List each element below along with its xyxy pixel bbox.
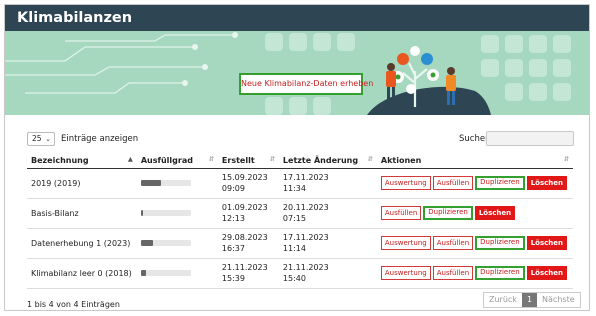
delete-button[interactable]: Löschen <box>474 206 516 220</box>
delete-button[interactable]: Löschen <box>526 236 567 250</box>
search-input[interactable] <box>486 131 574 146</box>
page-length-value: 25 <box>32 134 42 143</box>
row-name: Klimabilanz leer 0 (2018) <box>27 258 137 289</box>
row-progress <box>136 258 218 289</box>
climate-balance-table: Bezeichnung ▲ Ausfüllgrad ⇵ Erstellt ⇵ Letz… <box>27 153 573 289</box>
page-length-label: Einträge anzeigen <box>61 134 139 144</box>
table-header-row: Bezeichnung ▲ Ausfüllgrad ⇵ Erstellt ⇵ Letz… <box>27 153 573 169</box>
row-name: Datenerhebung 1 (2023) <box>27 228 137 259</box>
table-controls: 25 ⌄ Einträge anzeigen Suchen <box>27 131 574 147</box>
page-title: Klimabilanzen <box>17 10 133 26</box>
app-frame: Klimabilanzen Neue Klimabilanz-Daten erh… <box>4 4 590 311</box>
next-page-button[interactable]: Nächste <box>537 293 580 307</box>
table-info: 1 bis 4 von 4 Einträgen <box>27 300 120 309</box>
row-changed: 17.11.2023 11:34 <box>278 168 377 199</box>
progress-bar <box>140 270 191 276</box>
table-row: 2019 (2019) 15.09.2023 09:09 17.11.2023 11… <box>27 168 573 199</box>
row-created: 01.09.2023 12:13 <box>217 198 279 229</box>
row-created: 29.08.2023 16:37 <box>217 228 279 259</box>
delete-button[interactable]: Löschen <box>526 266 567 280</box>
duplicate-button[interactable]: Duplizieren <box>423 206 473 220</box>
pagination: Zurück 1 Nächste <box>483 292 581 308</box>
row-actions: Auswertung Ausfüllen Duplizieren Löschen <box>376 258 573 289</box>
evaluate-button[interactable]: Auswertung <box>380 236 431 250</box>
row-actions: Ausfüllen Duplizieren Löschen <box>376 198 573 229</box>
progress-bar <box>140 180 191 186</box>
table-row: Klimabilanz leer 0 (2018) 21.11.2023 15:3… <box>27 258 573 289</box>
duplicate-button[interactable]: Duplizieren <box>475 236 525 250</box>
sort-icon: ⇵ <box>367 155 373 163</box>
row-progress <box>136 198 218 229</box>
fill-button[interactable]: Ausfüllen <box>432 266 474 280</box>
fill-button[interactable]: Ausfüllen <box>432 236 474 250</box>
evaluate-button[interactable]: Auswertung <box>380 176 431 190</box>
sort-icon: ⇵ <box>208 155 214 163</box>
progress-bar <box>140 210 191 216</box>
delete-button[interactable]: Löschen <box>526 176 567 190</box>
progress-fill <box>140 210 144 216</box>
column-header-actions[interactable]: Aktionen ⇵ <box>376 153 573 169</box>
row-progress <box>136 228 218 259</box>
row-created: 15.09.2023 09:09 <box>217 168 279 199</box>
progress-fill <box>140 180 161 186</box>
fill-button[interactable]: Ausfüllen <box>380 206 422 220</box>
sort-icon: ⇵ <box>563 155 569 163</box>
row-changed: 20.11.2023 07:15 <box>278 198 377 229</box>
column-header-changed[interactable]: Letzte Änderung ⇵ <box>278 153 377 169</box>
progress-bar <box>140 240 191 246</box>
hero-banner: Neue Klimabilanz-Daten erheben <box>5 31 589 115</box>
progress-fill <box>140 240 154 246</box>
column-header-created[interactable]: Erstellt ⇵ <box>217 153 279 169</box>
row-actions: Auswertung Ausfüllen Duplizieren Löschen <box>376 168 573 199</box>
row-progress <box>136 168 218 199</box>
fill-button[interactable]: Ausfüllen <box>432 176 474 190</box>
page-length-select[interactable]: 25 ⌄ <box>27 132 55 146</box>
sort-icon: ⇵ <box>269 155 275 163</box>
header-bar: Klimabilanzen <box>5 5 589 31</box>
progress-fill <box>140 270 146 276</box>
column-header-progress[interactable]: Ausfüllgrad ⇵ <box>136 153 218 169</box>
row-name: Basis-Bilanz <box>27 198 137 229</box>
evaluate-button[interactable]: Auswertung <box>380 266 431 280</box>
sort-asc-icon: ▲ <box>127 155 133 163</box>
page-button-current[interactable]: 1 <box>521 293 538 307</box>
column-header-name[interactable]: Bezeichnung ▲ <box>27 153 137 169</box>
duplicate-button[interactable]: Duplizieren <box>475 176 525 190</box>
chevron-down-icon: ⌄ <box>45 135 51 143</box>
duplicate-button[interactable]: Duplizieren <box>475 266 525 280</box>
row-changed: 17.11.2023 11:14 <box>278 228 377 259</box>
table-row: Basis-Bilanz 01.09.2023 12:13 20.11.2023 0… <box>27 198 573 229</box>
table-row: Datenerhebung 1 (2023) 29.08.2023 16:37 1… <box>27 228 573 259</box>
prev-page-button[interactable]: Zurück <box>484 293 522 307</box>
new-climate-data-button[interactable]: Neue Klimabilanz-Daten erheben <box>239 73 373 95</box>
row-created: 21.11.2023 15:39 <box>217 258 279 289</box>
row-name: 2019 (2019) <box>27 168 137 199</box>
row-changed: 21.11.2023 15:40 <box>278 258 377 289</box>
row-actions: Auswertung Ausfüllen Duplizieren Löschen <box>376 228 573 259</box>
